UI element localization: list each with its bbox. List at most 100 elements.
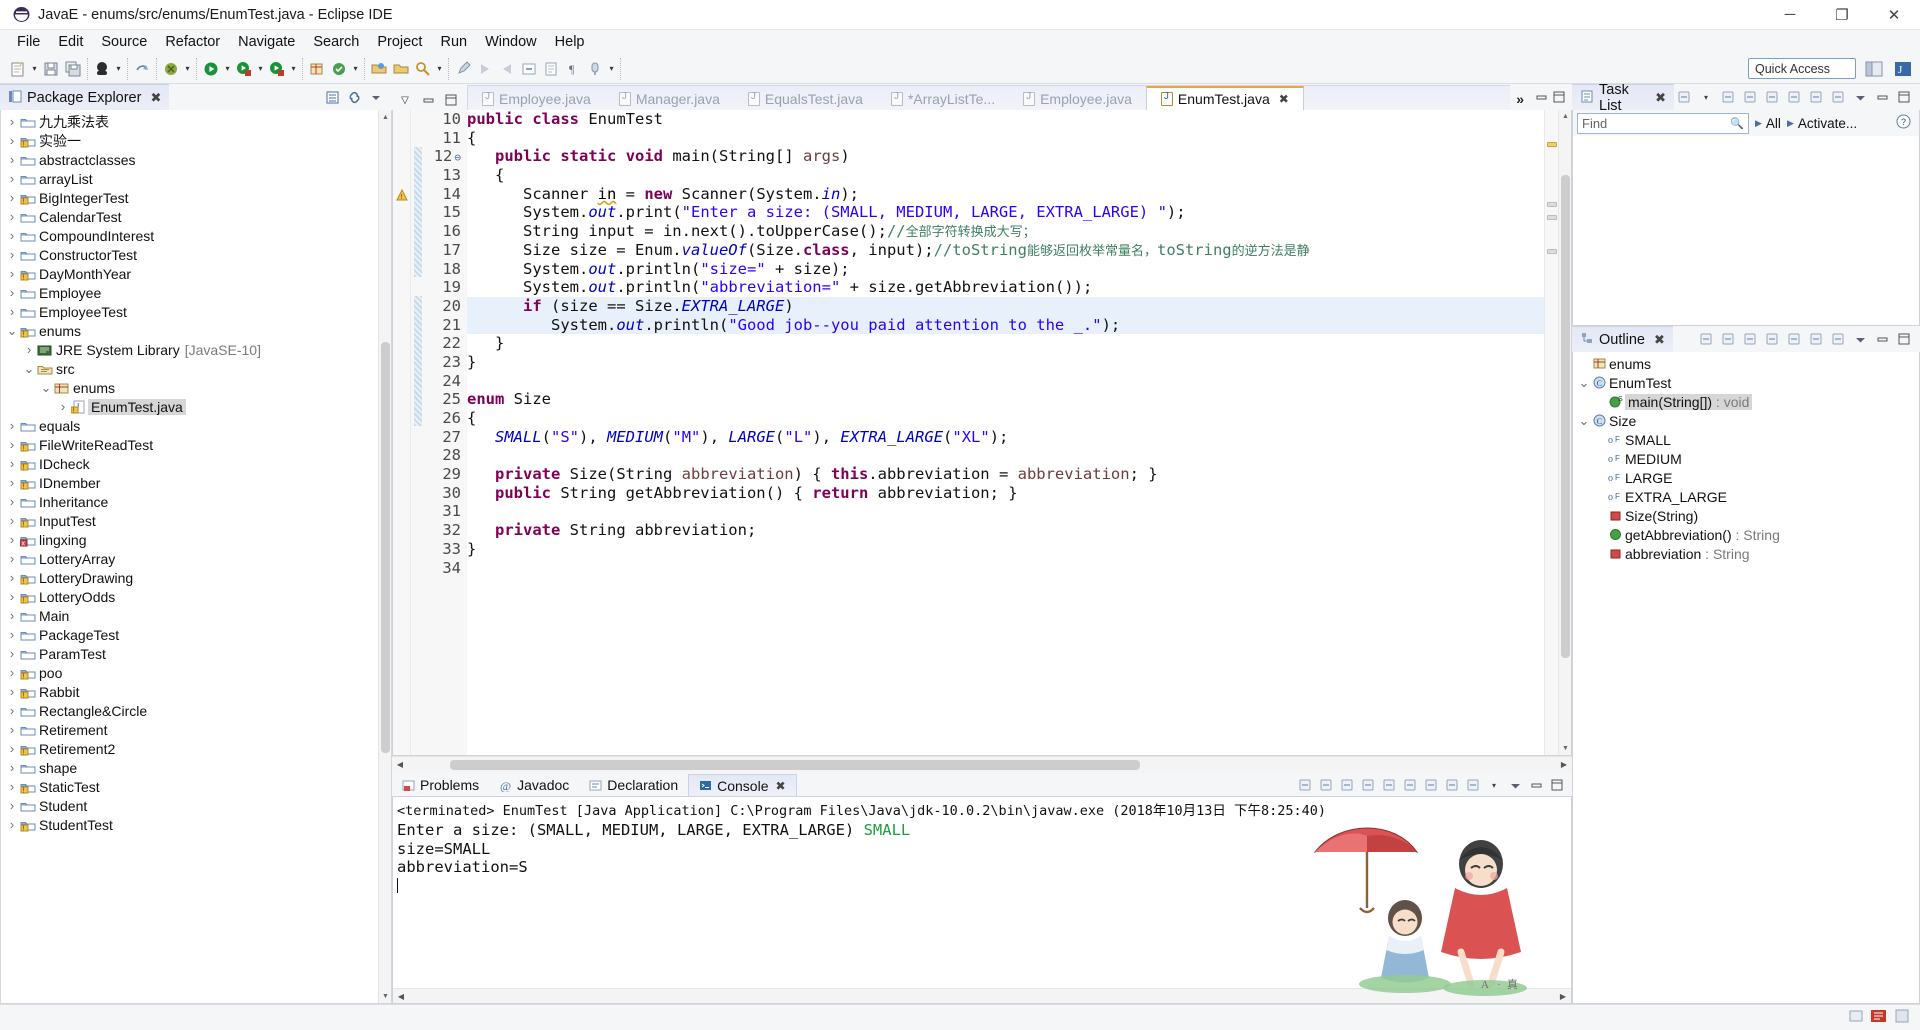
code-line[interactable]: System.out.print("Enter a size: (SMALL, …	[467, 203, 1544, 222]
collapse-all-icon[interactable]	[322, 87, 342, 107]
chevron-right-icon[interactable]: ›	[5, 608, 19, 623]
task-list-tab[interactable]: Task List ✖	[1572, 82, 1674, 114]
tree-item-poo[interactable]: ›! poo	[1, 663, 391, 682]
scroll-right-icon[interactable]: ▶	[1555, 992, 1571, 1001]
chevron-down-icon[interactable]: ▾	[1485, 776, 1503, 794]
tree-item-compoundinterest[interactable]: › CompoundInterest	[1, 226, 391, 245]
tree-item-arraylist[interactable]: › arrayList	[1, 169, 391, 188]
tree-item-enumtest-java[interactable]: ›J!EnumTest.java	[1, 397, 391, 416]
outline-item-small[interactable]: o F SMALL	[1573, 430, 1919, 449]
outline-tree[interactable]: enums ⌄ C EnumTest Smain(String[]) : void ⌄ C S…	[1572, 352, 1920, 1004]
chevron-down-icon[interactable]: ⌄	[1577, 413, 1591, 429]
close-icon[interactable]: ✖	[150, 90, 161, 106]
overview-warning-marker[interactable]	[1547, 142, 1557, 147]
chevron-right-icon[interactable]: ›	[5, 665, 19, 680]
chevron-down-icon[interactable]: ▾	[113, 58, 124, 80]
tree-item-main[interactable]: › Main	[1, 606, 391, 625]
java-perspective-icon[interactable]: J	[1890, 58, 1916, 80]
chevron-down-icon[interactable]: ⌄	[22, 362, 36, 375]
chevron-down-icon[interactable]: ⌄	[39, 381, 53, 394]
scroll-up-icon[interactable]: ▲	[379, 110, 391, 124]
tree-item-rabbit[interactable]: ›! Rabbit	[1, 682, 391, 701]
tree-item-packagetest[interactable]: › PackageTest	[1, 625, 391, 644]
maximize-icon[interactable]	[444, 93, 458, 107]
task-find-input[interactable]: Find 🔍	[1577, 112, 1749, 134]
chevron-right-icon[interactable]: ›	[5, 513, 19, 528]
maximize-icon[interactable]	[1548, 776, 1566, 794]
chevron-right-icon[interactable]: ›	[5, 627, 19, 642]
outline-item-enums[interactable]: enums	[1573, 354, 1919, 373]
tree-item-enums[interactable]: ⌄! enums	[1, 321, 391, 340]
tree-item-inheritance[interactable]: › Inheritance	[1, 492, 391, 511]
collapse-all-icon[interactable]	[1718, 329, 1738, 349]
display-selected-console-icon[interactable]	[1443, 776, 1461, 794]
tree-item-rectangle-circle[interactable]: › Rectangle&Circle	[1, 701, 391, 720]
new-task-icon[interactable]	[1674, 87, 1694, 107]
tree-item-retirement2[interactable]: ›! Retirement2	[1, 739, 391, 758]
minimize-icon[interactable]	[1527, 776, 1545, 794]
tree-item-enums[interactable]: ⌄ enums	[1, 378, 391, 397]
code-line[interactable]: public String getAbbreviation() { return…	[467, 484, 1544, 503]
chevron-down-icon[interactable]: ⌄	[5, 324, 19, 337]
scroll-left-icon[interactable]: ◀	[393, 992, 409, 1001]
chevron-right-icon[interactable]: ›	[5, 684, 19, 699]
code-line[interactable]: if (size == Size.EXTRA_LARGE)	[467, 296, 1544, 316]
view-menu-icon[interactable]	[1850, 87, 1870, 107]
code-content[interactable]: public class EnumTest{ public static voi…	[467, 110, 1544, 755]
chevron-down-icon[interactable]: ▾	[29, 58, 40, 80]
menu-item-file[interactable]: File	[8, 32, 49, 52]
bottom-tab-javadoc[interactable]: @ Javadoc	[489, 774, 579, 796]
categorize-icon[interactable]	[1718, 87, 1738, 107]
scroll-down-icon[interactable]: ▼	[1559, 742, 1572, 755]
focus-icon[interactable]	[1762, 87, 1782, 107]
code-line[interactable]: Size size = Enum.valueOf(Size.class, inp…	[467, 241, 1544, 260]
code-line[interactable]: private Size(String abbreviation) { this…	[467, 465, 1544, 484]
editor-tab--arraylistte-[interactable]: *ArrayListTe...	[877, 87, 1009, 110]
bottom-tab-console[interactable]: Console ✖	[688, 774, 797, 796]
menu-item-edit[interactable]: Edit	[49, 32, 92, 52]
word-wrap-icon[interactable]	[1401, 776, 1419, 794]
save-all-icon[interactable]	[62, 58, 84, 80]
tree-item-abstractclasses[interactable]: › abstractclasses	[1, 150, 391, 169]
chevron-down-icon[interactable]: ▾	[350, 58, 361, 80]
editor-marker-column[interactable]: !	[393, 110, 411, 755]
tree-item-employeetest[interactable]: › EmployeeTest	[1, 302, 391, 321]
maximize-icon[interactable]	[1894, 329, 1914, 349]
tree-item--[interactable]: › 九九乘法表	[1, 112, 391, 131]
console-horizontal-scrollbar[interactable]: ◀ ▶	[393, 988, 1571, 1003]
scroll-down-icon[interactable]: ▼	[379, 989, 391, 1003]
chevron-right-icon[interactable]: ›	[5, 190, 19, 205]
next-annotation-icon[interactable]	[474, 58, 496, 80]
code-line[interactable]	[467, 446, 1544, 465]
tree-item-lingxing[interactable]: › x lingxing	[1, 530, 391, 549]
task-list-body[interactable]: Find 🔍 ▶ All ▶ Activate... ?	[1572, 110, 1920, 326]
last-edit-icon[interactable]	[452, 58, 474, 80]
chevron-right-icon[interactable]: ›	[5, 152, 19, 167]
view-menu-icon[interactable]: ▽	[398, 93, 412, 107]
code-line[interactable]: SMALL("S"), MEDIUM("M"), LARGE("L"), EXT…	[467, 428, 1544, 447]
focus-active-task-icon[interactable]	[1696, 329, 1716, 349]
view-menu-icon[interactable]	[1850, 329, 1870, 349]
view-menu-icon[interactable]	[366, 87, 386, 107]
minimize-icon[interactable]	[421, 93, 435, 107]
chevron-right-icon[interactable]: ›	[5, 646, 19, 661]
chevron-down-icon[interactable]: ▾	[182, 58, 193, 80]
bottom-tab-declaration[interactable]: Declaration	[579, 774, 688, 796]
chevron-right-icon[interactable]: ›	[5, 798, 19, 813]
new-java-package-icon[interactable]	[306, 58, 328, 80]
chevron-right-icon[interactable]: ›	[5, 703, 19, 718]
remove-all-icon[interactable]	[1338, 776, 1356, 794]
view-menu-icon[interactable]	[1506, 776, 1524, 794]
chevron-right-icon[interactable]: ›	[5, 532, 19, 547]
outline-item-size-string-[interactable]: Size(String)	[1573, 506, 1919, 525]
outline-item-medium[interactable]: o F MEDIUM	[1573, 449, 1919, 468]
code-line[interactable]: System.out.println("Good job--you paid a…	[467, 315, 1544, 335]
debug-icon[interactable]	[160, 58, 182, 80]
previous-annotation-icon[interactable]	[496, 58, 518, 80]
new-wizard-icon[interactable]	[7, 58, 29, 80]
open-perspective-icon[interactable]	[1861, 58, 1887, 80]
outline-item-large[interactable]: o F LARGE	[1573, 468, 1919, 487]
code-line[interactable]: String input = in.next().toUpperCase();/…	[467, 222, 1544, 241]
filter-icon[interactable]	[1740, 87, 1760, 107]
tree-item-equals[interactable]: › equals	[1, 416, 391, 435]
